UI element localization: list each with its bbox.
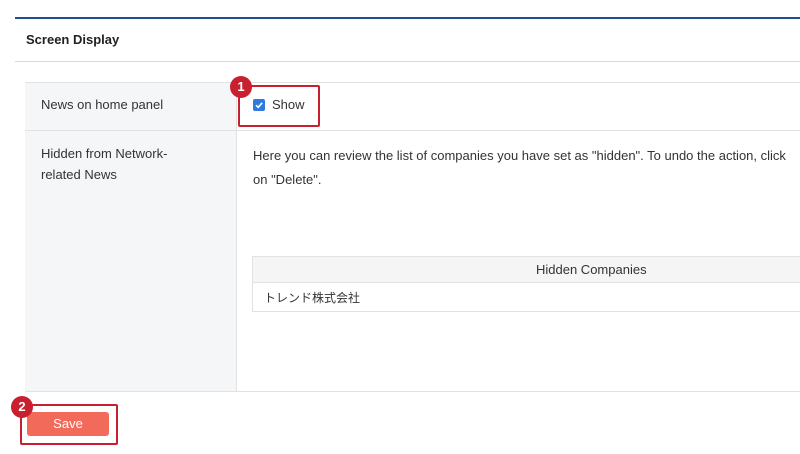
hidden-news-label-line2: related News <box>41 167 117 182</box>
section-header: Screen Display <box>15 19 800 62</box>
hidden-companies-header: Hidden Companies <box>253 257 800 283</box>
table-row: トレンド株式会社 <box>264 291 361 305</box>
step-badge-1: 1 <box>230 76 252 98</box>
description-line1: Here you can review the list of companie… <box>253 148 786 163</box>
hidden-companies-header-text: Hidden Companies <box>536 262 647 277</box>
highlight-box-2 <box>20 404 118 445</box>
step-badge-2: 2 <box>11 396 33 418</box>
settings-table: News on home panel Hidden from Network- … <box>25 82 800 392</box>
hidden-news-label-line1: Hidden from Network- <box>41 146 168 161</box>
row-divider <box>25 130 800 131</box>
hidden-companies-table: Hidden Companies トレンド株式会社 <box>252 256 800 312</box>
news-on-home-label: News on home panel <box>41 97 164 112</box>
description-line2: on "Delete". <box>253 172 322 187</box>
section-title: Screen Display <box>26 32 120 47</box>
